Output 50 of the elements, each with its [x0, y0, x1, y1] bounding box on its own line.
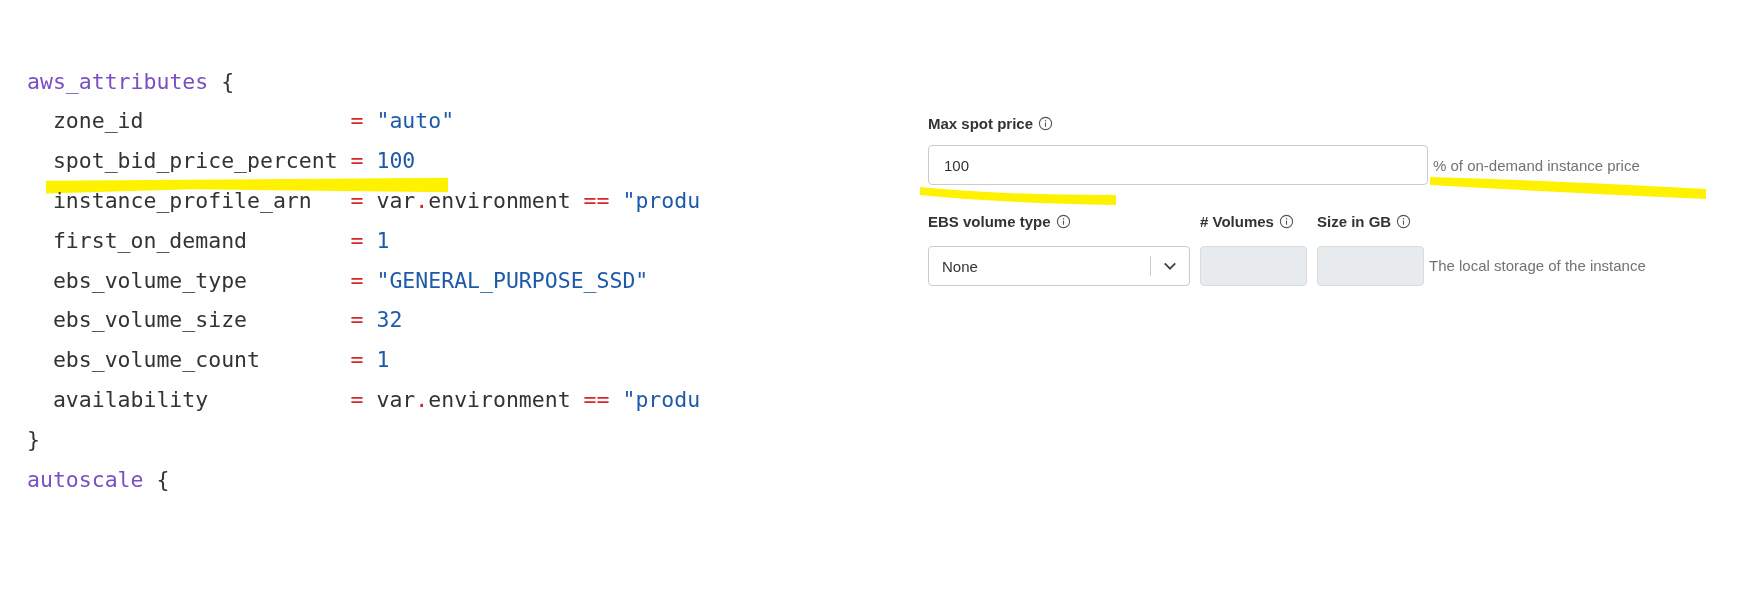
code-text: . [415, 387, 429, 413]
code-text: "produ [621, 188, 701, 214]
info-icon[interactable] [1055, 213, 1071, 229]
code-text: = [350, 348, 364, 373]
code-text: = [350, 387, 364, 413]
code-text: == [583, 387, 610, 413]
code-text: environment [428, 387, 572, 413]
volume-type-dropdown[interactable]: None [928, 246, 1190, 286]
code-text: = [350, 109, 364, 135]
code-text: 1 [376, 228, 390, 254]
helper-text: The local storage of the instance [1429, 256, 1646, 276]
code-text: ebs_volume_size [52, 308, 249, 334]
code-text: 1 [376, 348, 390, 373]
code-text: { [156, 467, 170, 493]
code-text: var [376, 188, 416, 214]
code-text: = [350, 308, 364, 334]
code-text: "auto" [376, 109, 455, 135]
spot-price-field[interactable]: 100 [928, 145, 1428, 185]
info-icon[interactable] [1396, 213, 1412, 229]
code-text: instance_profile_arn [52, 188, 313, 214]
code-text: "produ [621, 387, 701, 413]
suffix-text: % of on-demand instance price [1433, 156, 1640, 174]
code-text: == [583, 188, 610, 214]
field-label: Size in GB [1317, 212, 1392, 230]
info-icon[interactable] [1038, 115, 1054, 131]
code-text: aws_attributes [27, 69, 209, 95]
info-icon[interactable] [1278, 213, 1294, 229]
code-text: "GENERAL_PURPOSE_SSD" [376, 268, 649, 294]
code-text: 100 [376, 149, 416, 174]
code-text: { [221, 69, 235, 95]
code-text: spot_bid_price_percent [52, 149, 339, 174]
chevron-down-icon [1163, 261, 1177, 271]
code-text: ebs_volume_type [52, 268, 249, 294]
code-text: zone_id [52, 109, 145, 135]
field-label: Max spot price [928, 114, 1034, 132]
code-text: } [27, 427, 40, 453]
code-text: = [350, 188, 364, 214]
code-text: first_on_demand [52, 228, 249, 254]
code-text: ebs_volume_count [52, 348, 261, 373]
code-text: availability [52, 387, 210, 413]
code-text: var [376, 387, 416, 413]
code-text: = [350, 149, 364, 174]
field-label: EBS volume type [928, 212, 1051, 230]
code-text: = [350, 228, 364, 254]
code-text: 32 [376, 308, 403, 334]
field-label: # Volumes [1200, 212, 1274, 230]
code-text: autoscale [27, 467, 144, 493]
code-text: . [415, 188, 429, 214]
code-text: environment [428, 188, 572, 214]
code-text: = [350, 268, 364, 294]
